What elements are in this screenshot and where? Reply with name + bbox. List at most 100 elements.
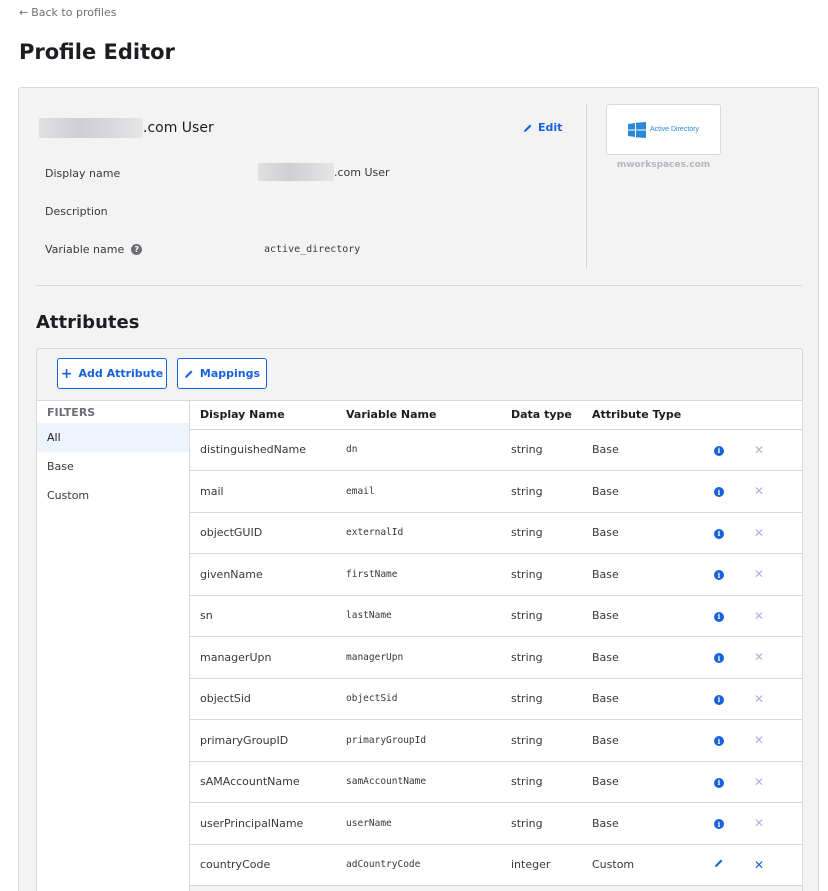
- remove-attribute-icon[interactable]: ✕: [754, 609, 764, 623]
- info-icon[interactable]: i: [714, 487, 724, 498]
- page-title: Profile Editor: [19, 40, 175, 64]
- remove-attribute-icon[interactable]: ✕: [754, 567, 764, 581]
- cell-display-name: mail: [190, 470, 336, 513]
- display-name-label: Display name: [45, 167, 121, 180]
- cell-action-remove: ✕: [744, 595, 802, 637]
- remove-attribute-icon[interactable]: ✕: [754, 858, 764, 872]
- pencil-icon: [524, 124, 532, 132]
- remove-attribute-icon[interactable]: ✕: [754, 650, 764, 664]
- cell-action-primary: i: [694, 719, 744, 762]
- cell-display-name: objectGUID: [190, 512, 336, 554]
- cell-attribute-type: Base: [582, 595, 694, 637]
- info-icon[interactable]: i: [714, 694, 724, 705]
- info-icon[interactable]: i: [714, 528, 724, 539]
- remove-attribute-icon[interactable]: ✕: [754, 733, 764, 747]
- header-action-1: [694, 401, 744, 430]
- cell-attribute-type: Base: [582, 678, 694, 720]
- app-name-suffix: .com User: [143, 120, 214, 136]
- app-logo: Active Directory: [606, 104, 721, 155]
- cell-display-name: sAMAccountName: [190, 761, 336, 803]
- profile-card: .com User Edit Display name .com User De…: [18, 87, 819, 891]
- cell-action-primary: i: [694, 595, 744, 637]
- cell-data-type: string: [501, 636, 582, 679]
- table-row: objectSid objectSid string Base i ✕: [190, 678, 802, 720]
- remove-attribute-icon[interactable]: ✕: [754, 443, 764, 457]
- cell-variable-name: lastName: [336, 595, 501, 637]
- remove-attribute-icon[interactable]: ✕: [754, 526, 764, 540]
- vertical-divider: [586, 104, 587, 269]
- cell-attribute-type: Base: [582, 512, 694, 554]
- table-row: primaryGroupID primaryGroupId string Base i ✕: [190, 719, 802, 762]
- cell-display-name: userPrincipalName: [190, 802, 336, 845]
- cell-variable-name: dn: [336, 429, 501, 471]
- info-icon[interactable]: i: [714, 611, 724, 622]
- table-header-row: Display Name Variable Name Data type Att…: [190, 401, 802, 430]
- description-label: Description: [45, 205, 108, 218]
- arrow-left-icon: ←: [19, 6, 29, 19]
- edit-profile-button[interactable]: Edit: [523, 121, 562, 134]
- header-action-2: [744, 401, 802, 430]
- cell-action-primary: i: [694, 470, 744, 513]
- filters-title: FILTERS: [47, 406, 96, 419]
- remove-attribute-icon[interactable]: ✕: [754, 484, 764, 498]
- cell-action-primary: i: [694, 636, 744, 679]
- mappings-button[interactable]: Mappings: [177, 358, 267, 389]
- cell-attribute-type: Base: [582, 470, 694, 513]
- info-icon[interactable]: i: [714, 819, 724, 830]
- cell-display-name: primaryGroupID: [190, 719, 336, 762]
- info-icon[interactable]: i: [714, 777, 724, 788]
- attributes-table-wrap: Display Name Variable Name Data type Att…: [190, 400, 802, 886]
- cell-display-name: givenName: [190, 553, 336, 596]
- add-attribute-button[interactable]: + Add Attribute: [57, 358, 167, 389]
- cell-variable-name: email: [336, 470, 501, 513]
- back-to-profiles-link[interactable]: ← Back to profiles: [19, 6, 116, 19]
- filter-custom[interactable]: Custom: [37, 481, 189, 510]
- cell-attribute-type: Base: [582, 429, 694, 471]
- help-icon[interactable]: ?: [131, 244, 143, 255]
- attributes-table-body: distinguishedName dn string Base i ✕ mail email…: [190, 429, 802, 886]
- cell-display-name: countryCode: [190, 844, 336, 886]
- header-attribute-type: Attribute Type: [582, 401, 694, 430]
- remove-attribute-icon[interactable]: ✕: [754, 775, 764, 789]
- section-divider: [36, 285, 802, 286]
- cell-variable-name: userName: [336, 802, 501, 845]
- redacted-block: [39, 118, 143, 138]
- edit-label: Edit: [538, 121, 563, 134]
- header-data-type: Data type: [501, 401, 582, 430]
- attributes-table: Display Name Variable Name Data type Att…: [190, 401, 802, 886]
- cell-action-primary: i: [694, 512, 744, 554]
- info-icon[interactable]: i: [714, 653, 724, 664]
- edit-attribute-pencil-icon[interactable]: [714, 858, 724, 868]
- cell-data-type: string: [501, 553, 582, 596]
- filter-base[interactable]: Base: [37, 452, 189, 481]
- cell-attribute-type: Base: [582, 802, 694, 845]
- remove-attribute-icon[interactable]: ✕: [754, 692, 764, 706]
- cell-data-type: string: [501, 595, 582, 637]
- table-row: managerUpn managerUpn string Base i ✕: [190, 636, 802, 679]
- info-icon[interactable]: i: [714, 445, 724, 456]
- info-icon[interactable]: i: [714, 736, 724, 747]
- cell-action-primary: [694, 844, 744, 886]
- cell-variable-name: adCountryCode: [336, 844, 501, 886]
- cell-display-name: objectSid: [190, 678, 336, 720]
- redacted-block: [258, 163, 334, 181]
- info-icon[interactable]: i: [714, 570, 724, 581]
- header-variable-name: Variable Name: [336, 401, 501, 430]
- logo-text: Active Directory: [649, 126, 699, 133]
- cell-data-type: string: [501, 719, 582, 762]
- cell-action-remove: ✕: [744, 844, 802, 886]
- windows-logo-icon: [627, 121, 646, 138]
- table-row: mail email string Base i ✕: [190, 470, 802, 513]
- table-row: userPrincipalName userName string Base i ✕: [190, 802, 802, 845]
- cell-data-type: string: [501, 429, 582, 471]
- display-name-value: .com User: [258, 163, 390, 181]
- cell-variable-name: managerUpn: [336, 636, 501, 679]
- remove-attribute-icon[interactable]: ✕: [754, 816, 764, 830]
- cell-action-remove: ✕: [744, 802, 802, 845]
- attributes-title: Attributes: [36, 312, 140, 333]
- cell-action-primary: i: [694, 429, 744, 471]
- cell-action-remove: ✕: [744, 512, 802, 554]
- table-row: givenName firstName string Base i ✕: [190, 553, 802, 596]
- filter-all[interactable]: All: [37, 423, 189, 452]
- cell-action-remove: ✕: [744, 678, 802, 720]
